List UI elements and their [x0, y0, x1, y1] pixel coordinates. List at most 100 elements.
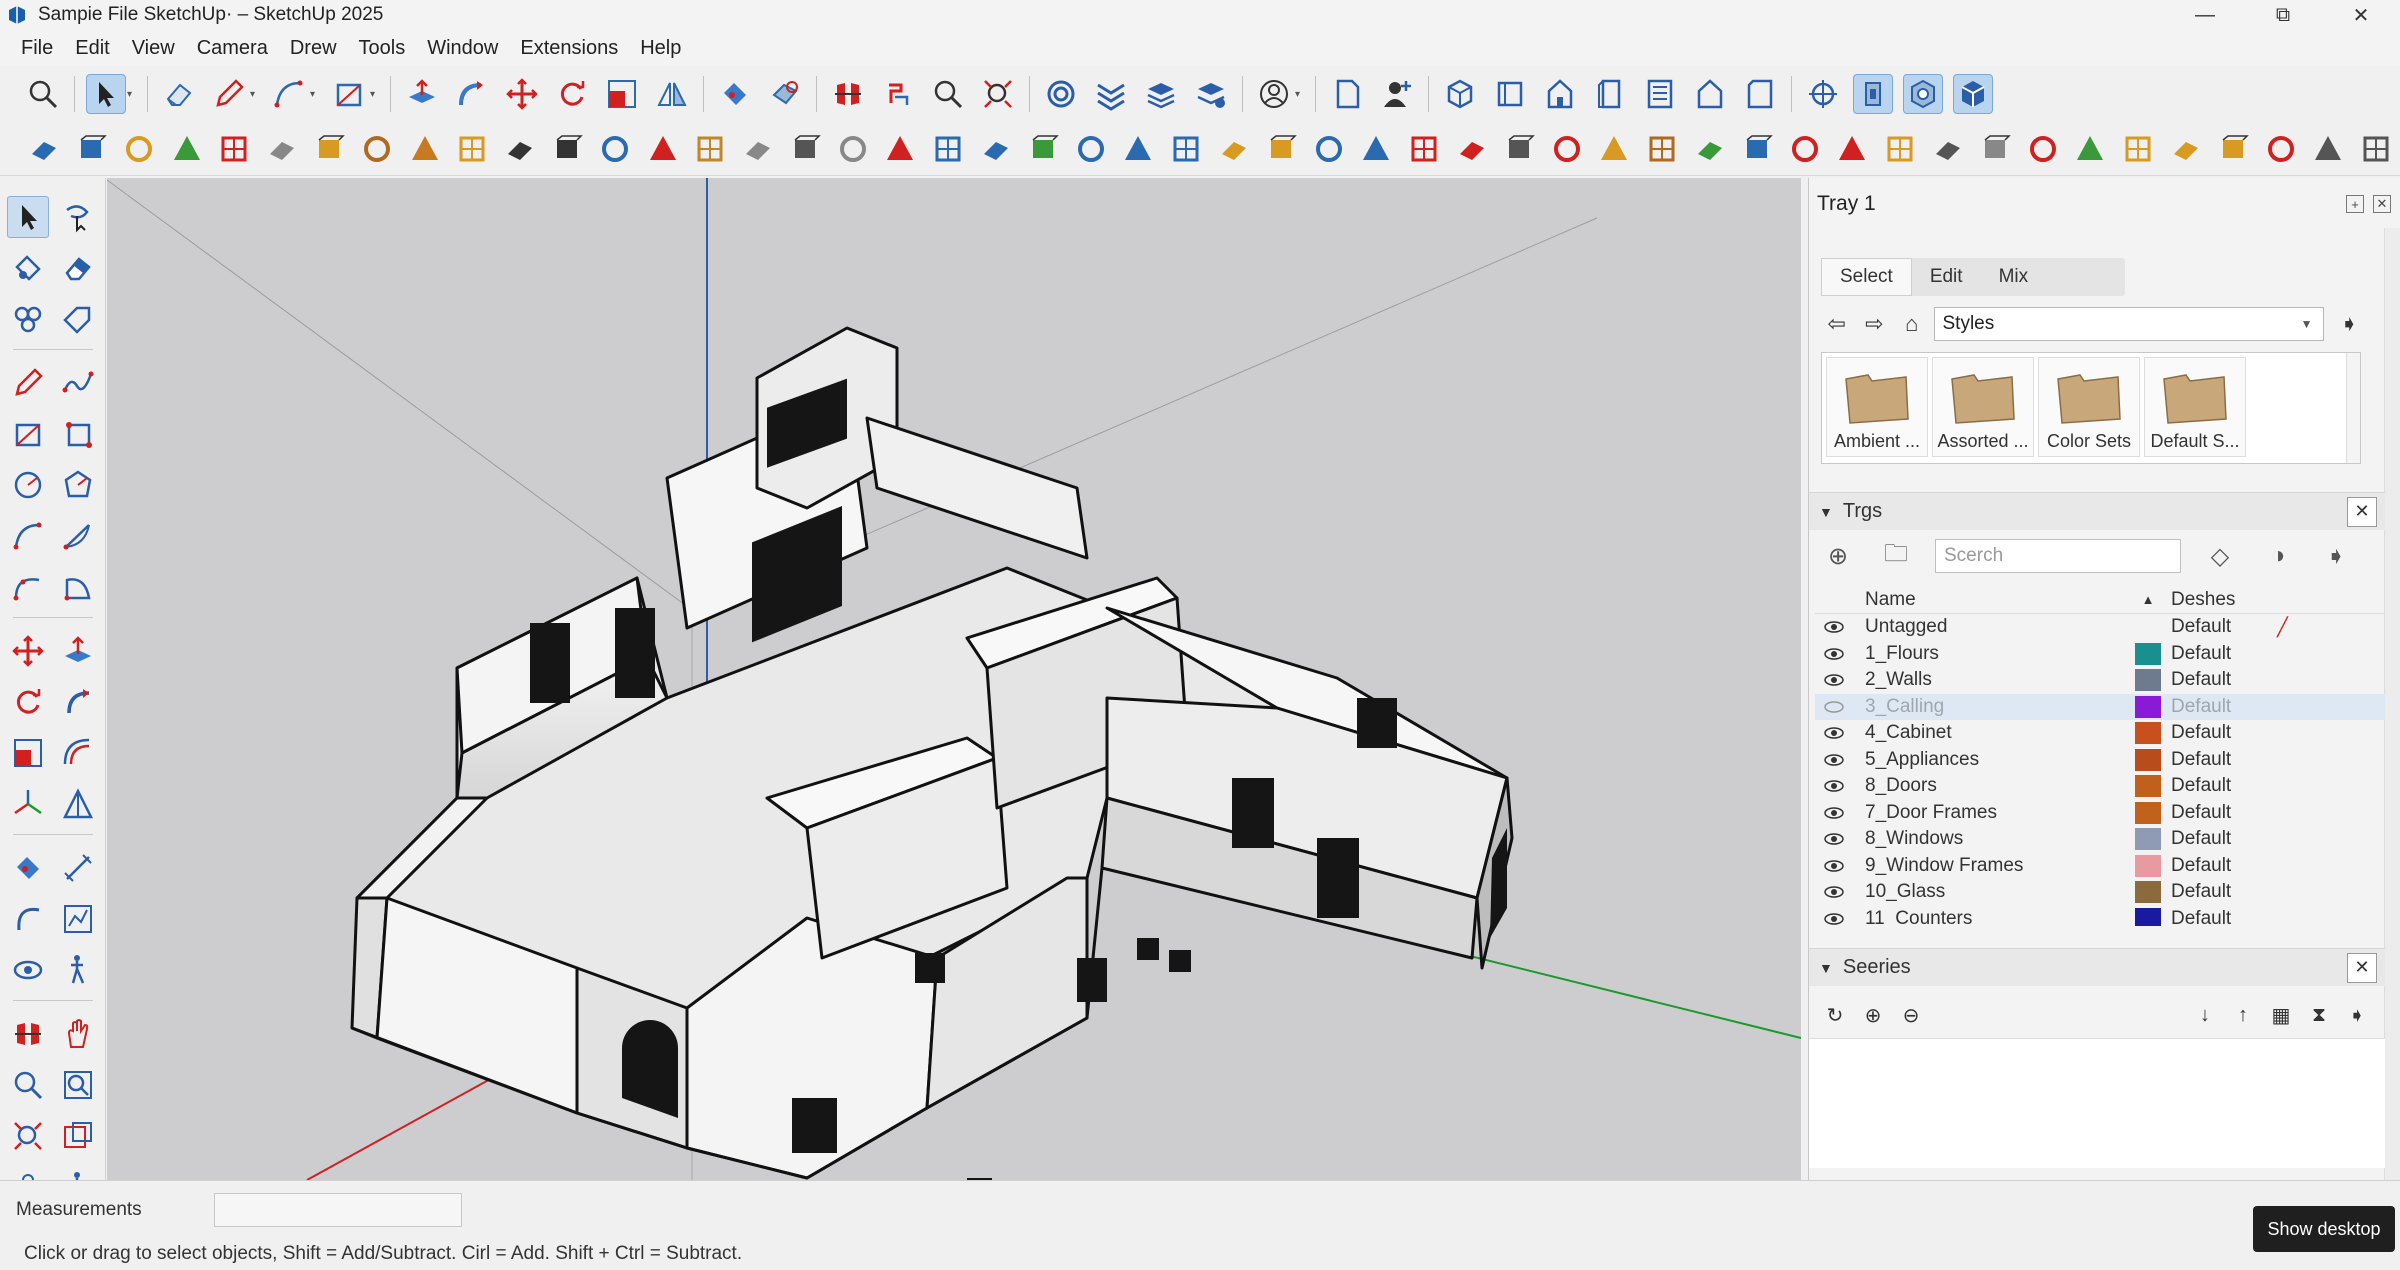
layers-icon[interactable]: [1141, 74, 1181, 114]
zoom-window-icon[interactable]: [57, 1064, 99, 1106]
weld-icon[interactable]: [1261, 129, 1301, 169]
tab-select[interactable]: Select: [1821, 258, 1912, 296]
extension-manager-icon[interactable]: [1191, 74, 1231, 114]
tag-row[interactable]: 8_Doors Default: [1815, 773, 2385, 800]
pencil-icon[interactable]: [209, 74, 249, 114]
panel-icon[interactable]: [1928, 129, 1968, 169]
tag-row[interactable]: 4_Cabinet Default: [1815, 720, 2385, 747]
column-icon[interactable]: [2023, 129, 2063, 169]
scene-icon[interactable]: [1737, 129, 1777, 169]
menu-file[interactable]: File: [10, 37, 64, 60]
tag-color-swatch[interactable]: [2129, 669, 2167, 692]
scatter-icon[interactable]: [2261, 129, 2301, 169]
eraser-icon[interactable]: [159, 74, 199, 114]
vertex-tools-icon[interactable]: [1404, 129, 1444, 169]
rotate-icon[interactable]: [552, 74, 592, 114]
visibility-eye-icon[interactable]: [1815, 807, 1853, 819]
fillet-icon[interactable]: [452, 129, 492, 169]
back-view-icon[interactable]: [1640, 74, 1680, 114]
tag-dash-style[interactable]: Default: [2167, 616, 2267, 638]
scenes-panel-header[interactable]: ▼ Seeries ✕: [1809, 948, 2385, 986]
roof-icon[interactable]: [833, 129, 873, 169]
tag-dash-style[interactable]: Default: [2167, 643, 2267, 665]
follow-me-icon[interactable]: [452, 74, 492, 114]
tag-color-swatch[interactable]: [2129, 775, 2167, 798]
menu-view[interactable]: View: [121, 37, 186, 60]
tag-row[interactable]: 9_Window Frames Default: [1815, 853, 2385, 880]
tag-dash-style[interactable]: Default: [2167, 722, 2267, 744]
visibility-eye-icon[interactable]: [1815, 886, 1853, 898]
window-icon[interactable]: [738, 129, 778, 169]
frame-icon[interactable]: [1880, 129, 1920, 169]
door-frame-icon[interactable]: [690, 129, 730, 169]
tag-color-swatch[interactable]: [2129, 642, 2167, 665]
column-name-header[interactable]: Name: [1853, 589, 2129, 611]
paint-bucket-icon[interactable]: [715, 74, 755, 114]
tag-row[interactable]: 1_Flours Default: [1815, 641, 2385, 668]
bend-icon[interactable]: [500, 129, 540, 169]
network-icon[interactable]: [2356, 129, 2396, 169]
tag-dash-style[interactable]: Default: [2167, 669, 2267, 691]
back-arrow-icon[interactable]: ⇦: [1821, 308, 1853, 340]
drape-icon[interactable]: [262, 129, 302, 169]
tag-row[interactable]: 3_Calling Default: [1815, 693, 2385, 720]
chevron-down-icon[interactable]: ▾: [1295, 89, 1305, 100]
offset-icon[interactable]: [57, 732, 99, 774]
tag-color-swatch[interactable]: [2129, 828, 2167, 851]
protractor-icon[interactable]: [7, 847, 49, 889]
home-icon[interactable]: ⌂: [1896, 308, 1928, 340]
display-section-icon[interactable]: [878, 74, 918, 114]
sort-icon[interactable]: ▲: [2129, 592, 2167, 607]
tab-edit[interactable]: Edit: [1912, 258, 1981, 296]
style-folder-card[interactable]: Assorted ...: [1932, 357, 2034, 457]
tag-tool-icon[interactable]: ◇: [2201, 537, 2239, 575]
move-icon[interactable]: [502, 74, 542, 114]
warehouse-icon[interactable]: [1041, 74, 1081, 114]
tag-color-swatch[interactable]: [2129, 695, 2167, 718]
tape-measure-icon[interactable]: [57, 783, 99, 825]
push-pull-icon[interactable]: [402, 74, 442, 114]
sandbox-from-scratch-icon[interactable]: [119, 129, 159, 169]
close-icon[interactable]: ✕: [2347, 952, 2377, 983]
export-icon[interactable]: [1690, 129, 1730, 169]
array-icon[interactable]: [1023, 129, 1063, 169]
remove-scene-icon[interactable]: ⊖: [1895, 999, 1927, 1031]
xray-icon[interactable]: [1853, 74, 1893, 114]
menu-tools[interactable]: Tools: [348, 37, 417, 60]
visibility-eye-icon[interactable]: [1815, 833, 1853, 845]
lasso-icon[interactable]: [57, 196, 99, 238]
pie-icon[interactable]: [57, 566, 99, 608]
tag-dash-style[interactable]: Default: [2167, 881, 2267, 903]
house-builder-icon[interactable]: [1833, 129, 1873, 169]
close-icon[interactable]: ✕: [2347, 496, 2377, 527]
visibility-eye-icon[interactable]: [1815, 674, 1853, 686]
add-tag-icon[interactable]: ⊕: [1819, 537, 1857, 575]
zoom-extents-icon[interactable]: [978, 74, 1018, 114]
freehand-icon[interactable]: [57, 362, 99, 404]
tag-dash-style[interactable]: Default: [2167, 855, 2267, 877]
back-edges-icon[interactable]: [1903, 74, 1943, 114]
tile-icon[interactable]: [2213, 129, 2253, 169]
flip-edge-icon[interactable]: [357, 129, 397, 169]
styles-collection-dropdown[interactable]: Styles ▼: [1933, 307, 2324, 341]
chevron-down-icon[interactable]: ▾: [127, 89, 137, 100]
visibility-eye-icon[interactable]: [1815, 860, 1853, 872]
tag-dash-style[interactable]: Default: [2167, 775, 2267, 797]
visibility-eye-icon[interactable]: [1815, 701, 1853, 713]
top-view-icon[interactable]: [1490, 74, 1530, 114]
shelf-icon[interactable]: [643, 129, 683, 169]
tag-color-swatch[interactable]: [2129, 801, 2167, 824]
outer-shell-icon[interactable]: [765, 74, 805, 114]
visibility-eye-icon[interactable]: [1815, 621, 1853, 633]
menu-window[interactable]: Window: [416, 37, 509, 60]
tag-dash-style[interactable]: Default: [2167, 802, 2267, 824]
rectangle-icon[interactable]: [329, 74, 369, 114]
sandbox-from-contours-icon[interactable]: [72, 129, 112, 169]
orbit-icon[interactable]: [7, 949, 49, 991]
chevron-down-icon[interactable]: ▾: [310, 89, 320, 100]
select-tool-icon[interactable]: [86, 74, 126, 114]
forward-arrow-icon[interactable]: ⇨: [1859, 308, 1891, 340]
maximize-button[interactable]: ⧉: [2244, 0, 2322, 30]
update-scene-icon[interactable]: ↻: [1819, 999, 1851, 1031]
styles-scrollbar[interactable]: [2346, 353, 2360, 463]
